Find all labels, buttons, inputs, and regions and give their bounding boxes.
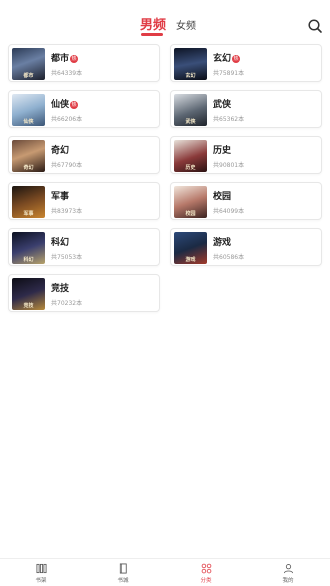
active-tab-indicator: [141, 33, 163, 36]
search-icon[interactable]: [307, 18, 323, 34]
category-name: 玄幻热: [213, 54, 241, 64]
category-card-junshi[interactable]: 军事 军事 共83973本: [8, 182, 160, 220]
bookshelf-icon: [36, 563, 46, 574]
book-cover-image: 科幻: [12, 232, 45, 264]
bottom-nav: 书架 书城 分类 我的: [0, 558, 330, 586]
category-name: 军事: [51, 192, 70, 202]
category-card-kehuan[interactable]: 科幻 科幻 共75053本: [8, 228, 160, 266]
book-icon: [119, 563, 127, 574]
category-card-xiaoyuan[interactable]: 校园 校园 共64099本: [170, 182, 322, 220]
book-count: 共66206本: [51, 116, 83, 123]
book-count: 共75891本: [213, 70, 245, 77]
book-cover-image: 都市: [12, 48, 45, 80]
category-card-jingji[interactable]: 竞技 竞技 共70232本: [8, 274, 160, 312]
tab-female[interactable]: 女频: [176, 17, 196, 32]
nav-bookstore[interactable]: 书城: [103, 563, 143, 585]
book-cover-image: 军事: [12, 186, 45, 218]
category-grid-icon: [201, 563, 211, 574]
category-name: 历史: [213, 146, 232, 156]
category-name: 竞技: [51, 284, 70, 294]
category-name: 武侠: [213, 100, 232, 110]
hot-badge: 热: [232, 55, 241, 63]
book-cover-image: 玄幻: [174, 48, 207, 80]
category-card-xianxia[interactable]: 仙侠 仙侠热 共66206本: [8, 90, 160, 128]
book-count: 共83973本: [51, 208, 83, 215]
book-count: 共64339本: [51, 70, 83, 77]
category-name: 奇幻: [51, 146, 70, 156]
nav-bookshelf[interactable]: 书架: [21, 563, 61, 585]
category-name: 都市热: [51, 54, 79, 64]
nav-label: 我的: [282, 578, 294, 584]
book-cover-image: 仙侠: [12, 94, 45, 126]
book-cover-image: 竞技: [12, 278, 45, 310]
book-count: 共64099本: [213, 208, 245, 215]
hot-badge: 热: [70, 101, 79, 109]
book-count: 共75053本: [51, 254, 83, 261]
category-card-wuxia[interactable]: 武侠 武侠 共65362本: [170, 90, 322, 128]
category-name: 游戏: [213, 238, 232, 248]
book-cover-image: 奇幻: [12, 140, 45, 172]
nav-label: 分类: [200, 578, 212, 584]
book-cover-image: 校园: [174, 186, 207, 218]
book-cover-image: 历史: [174, 140, 207, 172]
category-card-qihuan[interactable]: 奇幻 奇幻 共67790本: [8, 136, 160, 174]
hot-badge: 热: [70, 55, 79, 63]
category-card-xuanhuan[interactable]: 玄幻 玄幻热 共75891本: [170, 44, 322, 82]
nav-label: 书城: [117, 578, 129, 584]
user-icon: [283, 564, 293, 574]
nav-category[interactable]: 分类: [186, 563, 226, 585]
tab-male[interactable]: 男频: [140, 14, 166, 33]
top-header: 男频 女频: [0, 0, 330, 40]
book-count: 共60586本: [213, 254, 245, 261]
book-cover-image: 游戏: [174, 232, 207, 264]
nav-profile[interactable]: 我的: [268, 563, 308, 585]
book-cover-image: 武侠: [174, 94, 207, 126]
category-card-youxi[interactable]: 游戏 游戏 共60586本: [170, 228, 322, 266]
nav-label: 书架: [35, 578, 47, 584]
category-name: 科幻: [51, 238, 70, 248]
category-card-dushi[interactable]: 都市 都市热 共64339本: [8, 44, 160, 82]
category-name: 校园: [213, 192, 232, 202]
book-count: 共67790本: [51, 162, 83, 169]
category-name: 仙侠热: [51, 100, 79, 110]
book-count: 共65362本: [213, 116, 245, 123]
book-count: 共70232本: [51, 300, 83, 307]
category-card-lishi[interactable]: 历史 历史 共90801本: [170, 136, 322, 174]
book-count: 共90801本: [213, 162, 245, 169]
